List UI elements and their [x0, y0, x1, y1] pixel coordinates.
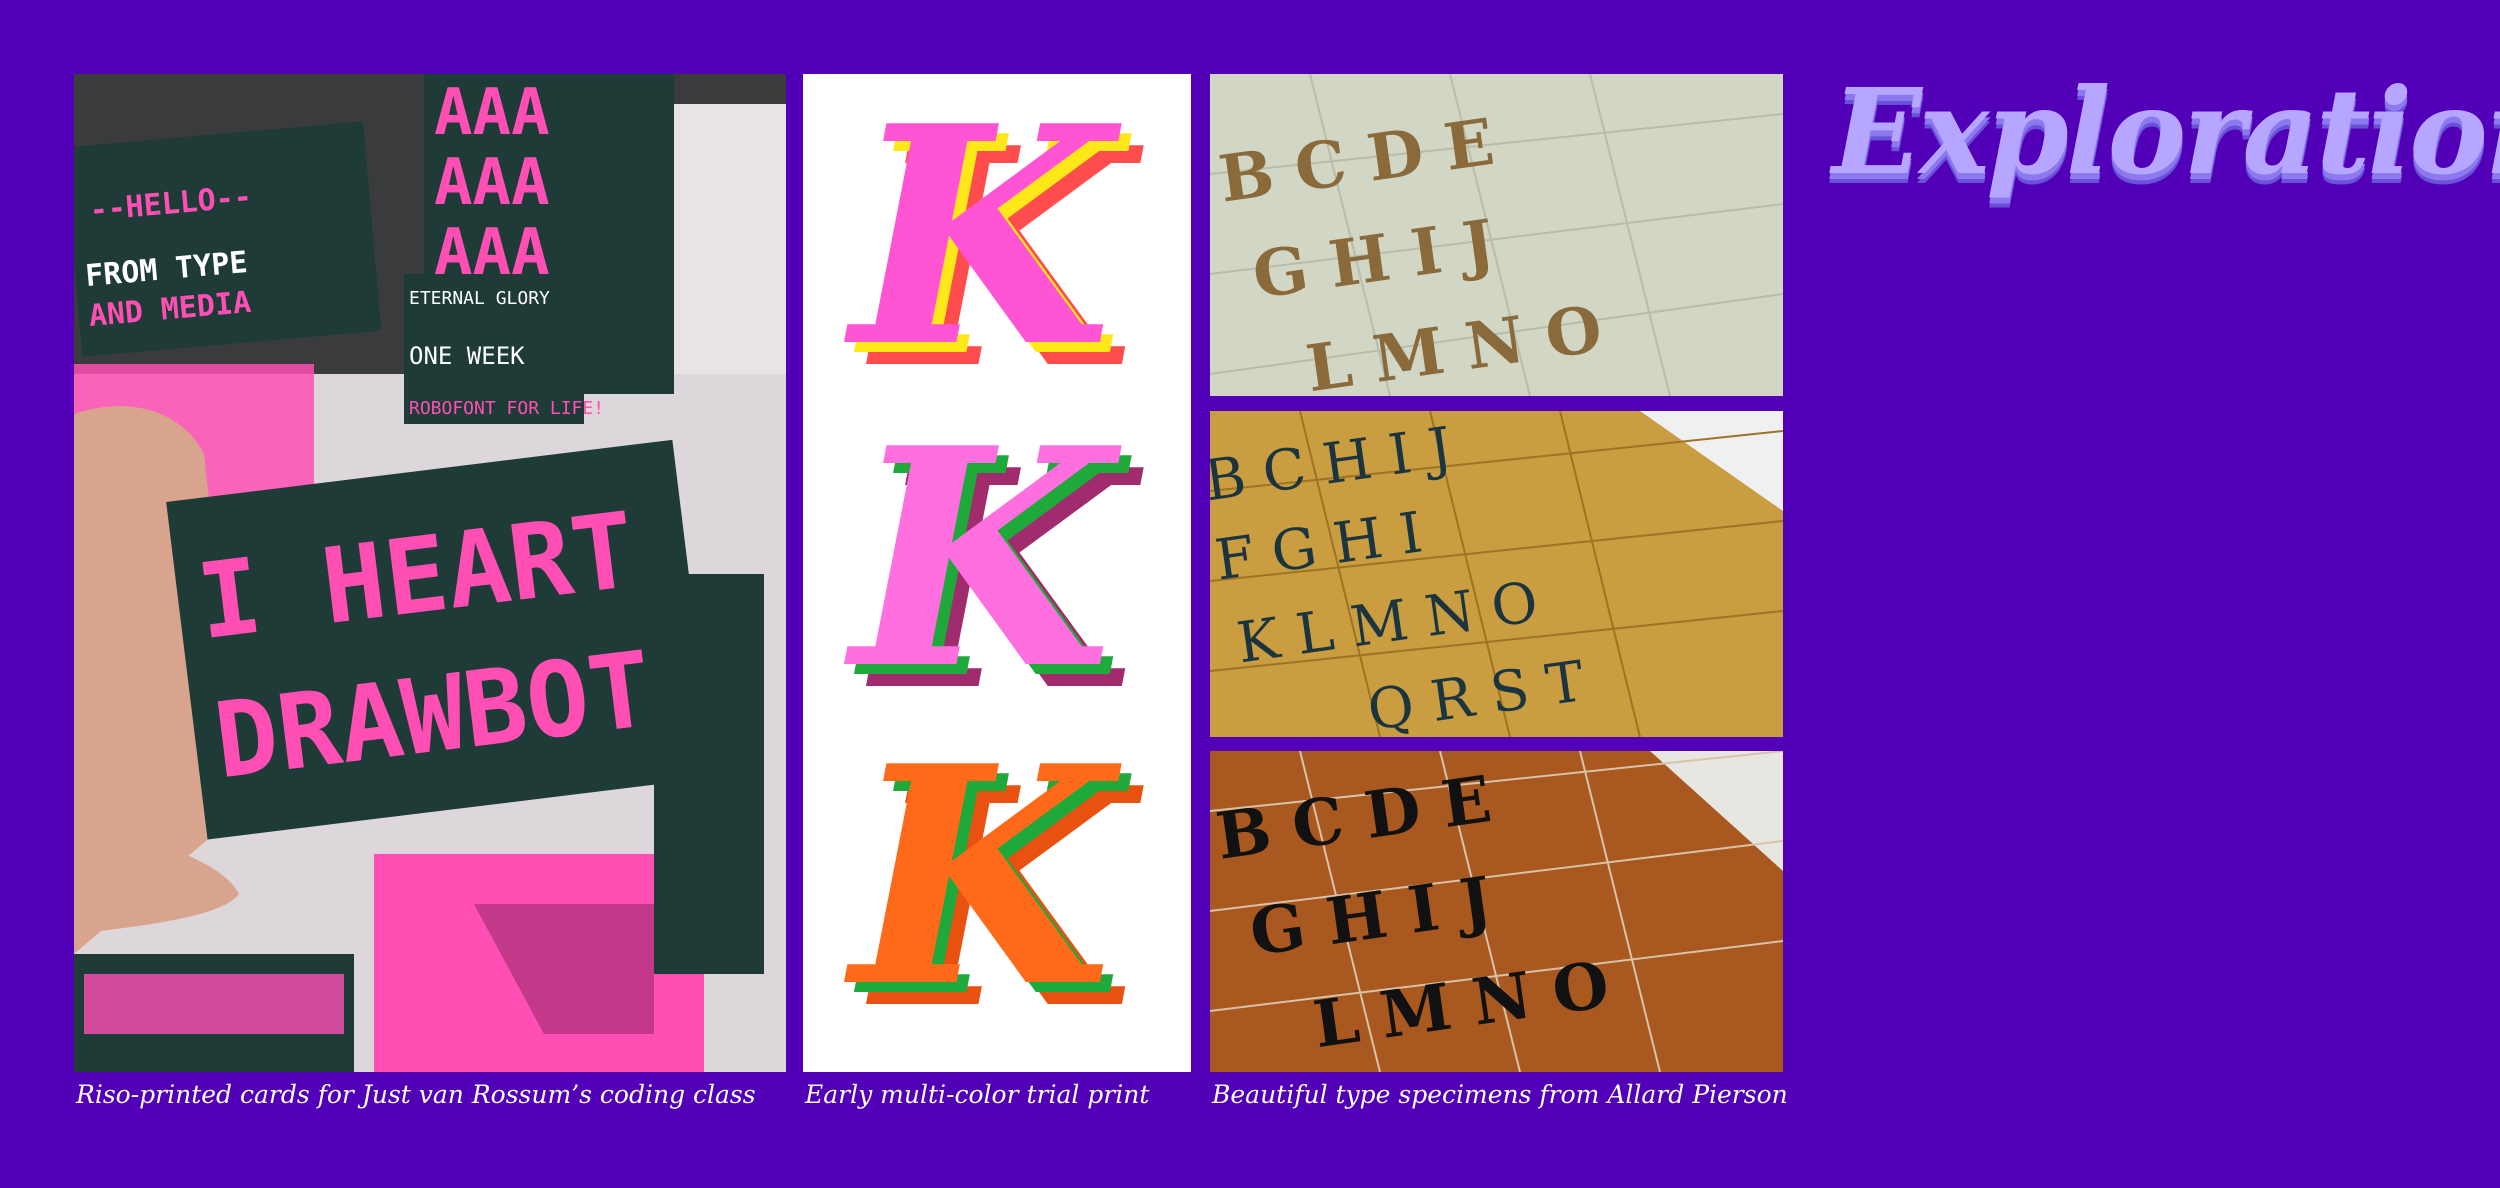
k-letter-top-2: K — [842, 382, 1123, 735]
aaa-text-2: AAA — [434, 146, 550, 220]
riso-caption: Riso-printed cards for Just van Rossum’s… — [76, 1080, 756, 1109]
one-week-text: ONE WEEK — [409, 342, 525, 370]
trial-caption: Early multi-color trial print — [805, 1080, 1150, 1109]
robofont-text: ROBOFONT FOR LIFE! — [409, 398, 604, 419]
trial-print-image: K K K K K K K K K — [803, 74, 1191, 1072]
specimen-photo-2: B C H I J F G H I K L M N O Q R S T — [1210, 411, 1783, 737]
k-letter-top-3: K — [842, 700, 1123, 1053]
specimens-caption: Beautiful type specimens from Allard Pie… — [1212, 1080, 1788, 1109]
specimen-photo-3: B C D E G H I J L M N O — [1210, 751, 1783, 1072]
k-letter-top-1: K — [842, 74, 1123, 413]
riso-cards-photo: --HELLO-- FROM TYPE AND MEDIA AAA AAA AA… — [74, 74, 786, 1072]
eternal-glory-text: ETERNAL GLORY — [409, 288, 550, 309]
specimen-photo-1: B C D E G H I J L M N O — [1210, 74, 1783, 396]
aaa-text-1: AAA — [434, 76, 550, 150]
page-title: Exploration — [1832, 62, 2500, 201]
